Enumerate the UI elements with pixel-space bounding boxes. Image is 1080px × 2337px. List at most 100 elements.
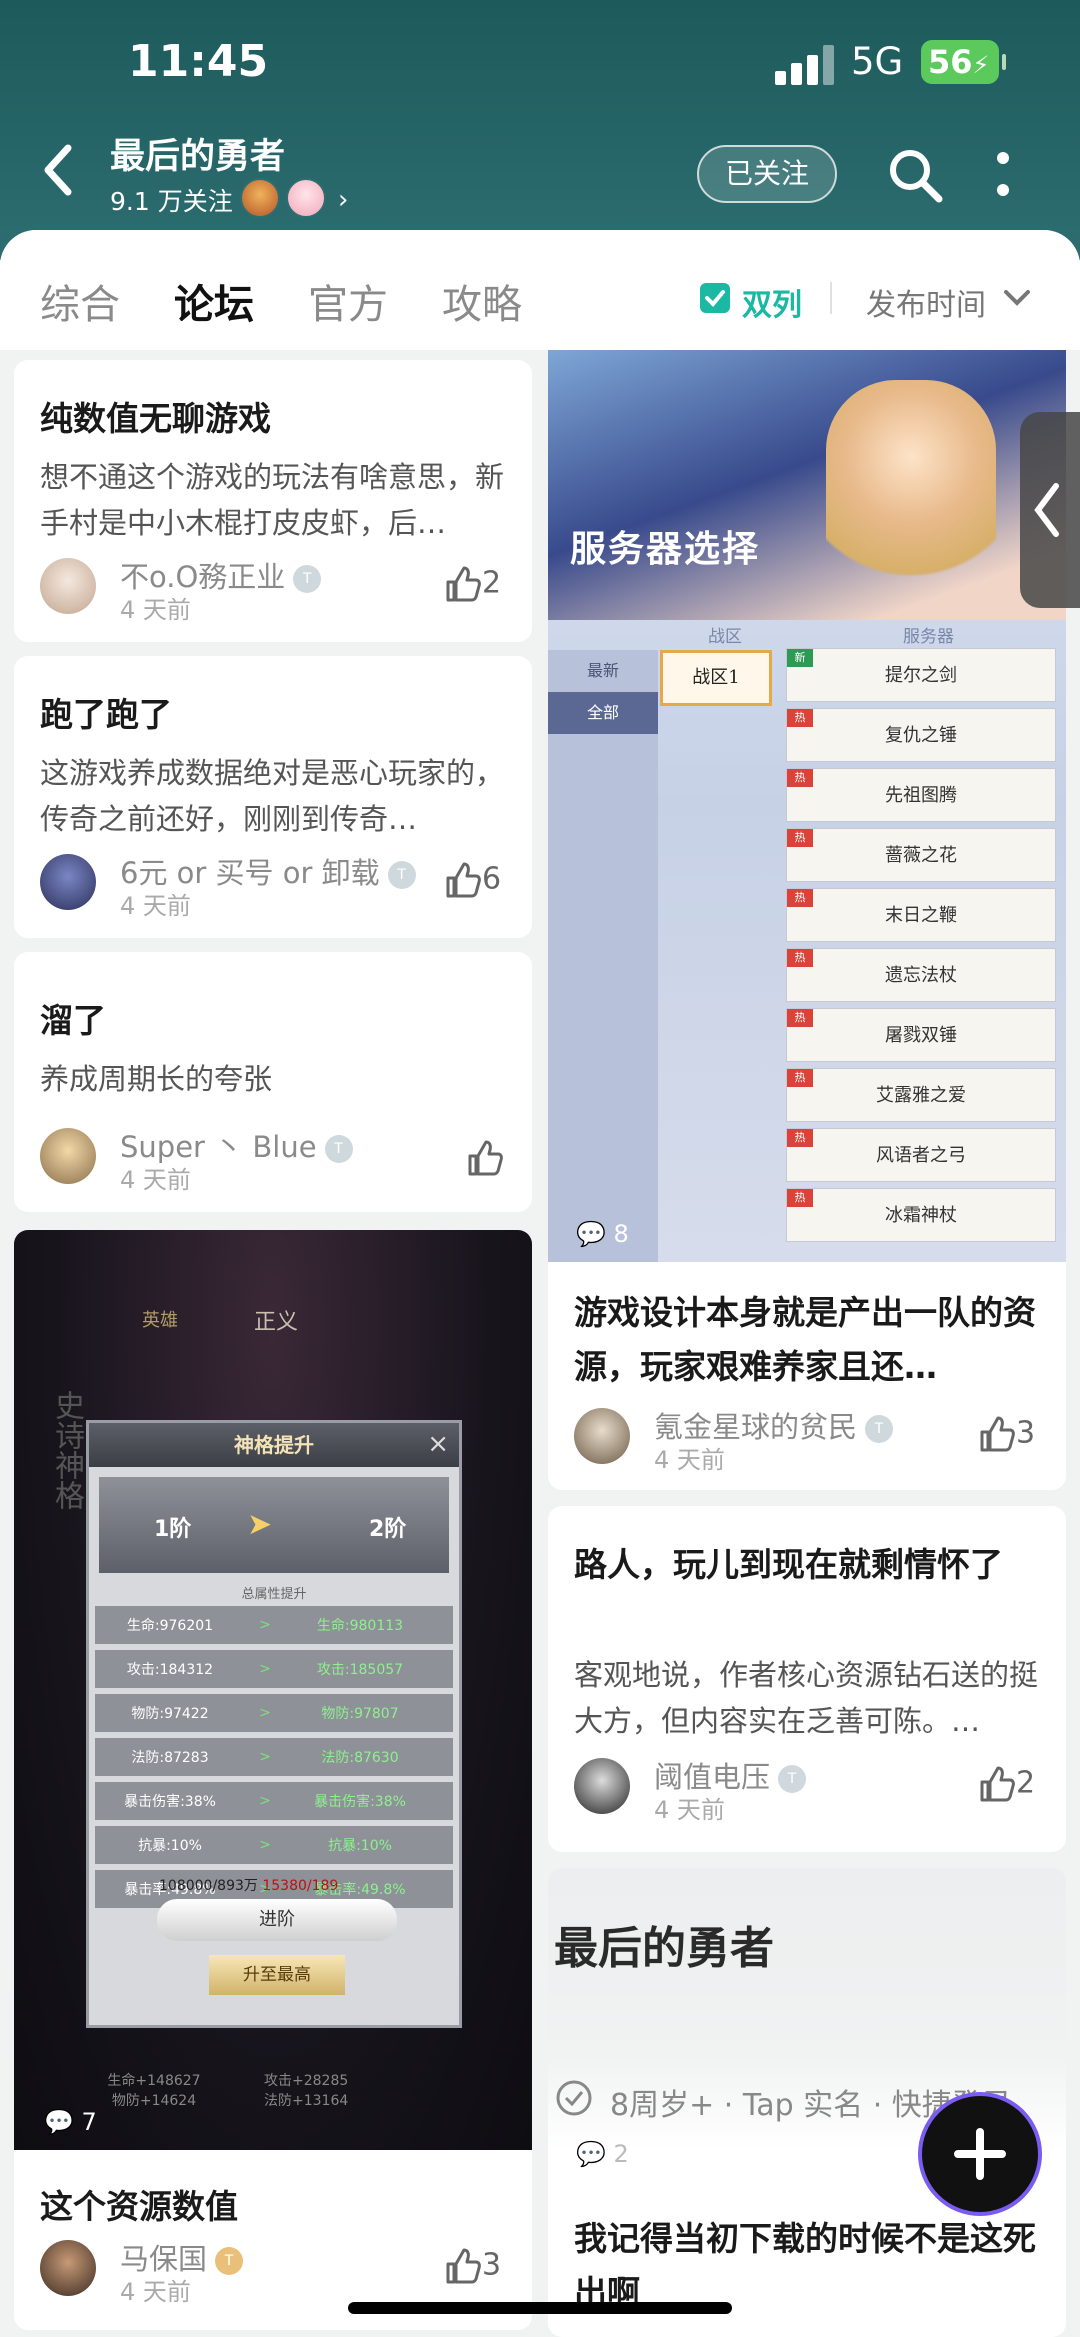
like-button[interactable]: 3 [976,1414,1035,1454]
server-item: 热屠戮双锤 [786,1008,1056,1062]
server-item: 热遗忘法杖 [786,948,1056,1002]
stat-row: 法防:87283 > 法防:87630 [95,1738,453,1776]
like-count: 2 [482,565,502,601]
user-badge-icon: T [324,1135,353,1163]
chevron-down-icon[interactable] [1002,288,1032,308]
stat-row: 抗暴:10% > 抗暴:10% [95,1826,453,1864]
like-count: 2 [1016,1765,1036,1801]
sort-dropdown[interactable]: 发布时间 [866,280,986,324]
like-button[interactable]: 2 [442,564,501,604]
server-list: 新提尔之剑热复仇之锤热先祖图腾热蔷薇之花热末日之鞭热遗忘法杖热屠戮双锤热艾露雅之… [786,648,1056,1248]
avatar[interactable] [40,854,96,910]
post-image[interactable]: 服务器选择 战区 服务器 最新 全部 战区1 新提尔之剑热复仇之锤热先祖图腾热蔷… [548,350,1066,1262]
like-button[interactable]: 3 [442,2246,501,2286]
banner-title: 服务器选择 [570,528,761,570]
avatar[interactable] [40,1128,96,1184]
create-post-button[interactable] [918,2092,1042,2216]
post-title: 这个资源数值 [40,2187,238,2226]
post-date: 4 天前 [120,1166,191,1194]
plus-icon [954,2128,1006,2180]
post-date: 4 天前 [654,1796,725,1824]
back-icon[interactable] [36,140,84,200]
like-count: 3 [482,2247,502,2283]
search-icon[interactable] [885,145,945,205]
post-title: 纯数值无聊游戏 [40,399,271,438]
advance-button: 进阶 [157,1899,397,1941]
post-title: 跑了跑了 [40,695,172,734]
zone-sidebar: 最新 全部 [548,650,658,1262]
avatar[interactable] [574,1758,630,1814]
side-drawer-handle[interactable] [1020,412,1080,608]
server-item: 热末日之鞭 [786,888,1056,942]
footer-stats: 生命+148627 攻击+28285 物防+14624 法防+13164 [107,2073,349,2109]
close-icon: × [427,1429,449,1459]
rank-to: 2阶 [369,1517,407,1542]
tab-official[interactable]: 官方 [308,272,388,330]
like-button[interactable]: 6 [442,860,501,900]
post-card[interactable]: 服务器选择 战区 服务器 最新 全部 战区1 新提尔之剑热复仇之锤热先祖图腾热蔷… [548,350,1066,1490]
stat-row: 暴击伤害:38% > 暴击伤害:38% [95,1782,453,1820]
chevron-left-icon [1034,483,1059,537]
check-icon[interactable] [700,283,730,313]
zone-heading: 战区 [708,627,742,647]
home-indicator [348,2302,732,2314]
side-text: 史诗神格 [49,1390,84,1510]
post-date: 4 天前 [654,1446,725,1474]
rank-panel: 1阶 ➤ 2阶 [99,1477,449,1573]
like-icon [980,1416,1015,1452]
like-button[interactable]: 2 [976,1764,1035,1804]
network-label: 5G [851,40,904,83]
chevron-right-icon[interactable]: › [338,185,348,215]
post-excerpt: 养成周期长的夸张 [40,1062,273,1096]
stats-list: 生命:976201 > 生命:980113 攻击:184312 > 攻击:185057 物防… [95,1606,453,1908]
server-item: 热艾露雅之爱 [786,1068,1056,1122]
hero-name: 正义 [254,1310,299,1335]
server-item: 热风语者之弓 [786,1128,1056,1182]
post-date: 4 天前 [120,892,191,920]
followers-count[interactable]: 9.1 万关注 [110,182,233,218]
post-card[interactable]: 路人，玩儿到现在就剩情怀了 客观地说，作者核心资源钻石送的挺大方，但内容实在乏善… [548,1506,1066,1852]
server-item: 热先祖图腾 [786,768,1056,822]
post-card[interactable]: 纯数值无聊游戏 想不通这个游戏的玩法有啥意思，新手村是中小木棍打皮皮虾，后… 不… [14,360,532,642]
divider [830,282,832,314]
post-date: 4 天前 [120,596,191,624]
avatar[interactable] [40,558,96,614]
promo-title: 最后的勇者 [554,1923,774,1974]
post-image[interactable]: 英雄 正义 史诗神格 神格提升 × 1阶 ➤ 2阶 总属性提升 生命:97620… [14,1230,532,2150]
signal-icon [775,45,837,85]
stat-row: 生命:976201 > 生命:980113 [95,1606,453,1644]
post-title: 溜了 [40,1001,106,1040]
follower-avatar [240,178,280,218]
tab-forum[interactable]: 论坛 [174,272,254,330]
page-title[interactable]: 最后的勇者 [110,128,285,179]
post-date: 4 天前 [120,2278,191,2306]
server-item: 热冰霜神杖 [786,1188,1056,1242]
tab-overview[interactable]: 综合 [40,272,120,330]
max-upgrade-button: 升至最高 [209,1955,345,1995]
post-card[interactable]: 英雄 正义 史诗神格 神格提升 × 1阶 ➤ 2阶 总属性提升 生命:97620… [14,1230,532,2330]
cost-line: 108000/893万 15380/189 [159,1878,339,1894]
tab-guides[interactable]: 攻略 [442,272,522,330]
user-badge-icon: T [215,2247,244,2275]
battery-icon: 56⚡ [921,40,1006,84]
post-card[interactable]: 溜了 养成周期长的夸张 Super 丶 Blue T 4 天前 [14,952,532,1212]
battery-level: 56 [928,43,973,81]
user-badge-icon: T [865,1415,894,1443]
status-time: 11:45 [128,36,269,87]
more-icon[interactable] [995,150,1011,200]
server-item: 热复仇之锤 [786,708,1056,762]
banner-image: 服务器选择 [548,350,1066,620]
user-badge-icon: T [778,1765,807,1793]
like-count: 6 [482,861,502,897]
upgrade-popup: 神格提升 × 1阶 ➤ 2阶 总属性提升 生命:976201 > 生命:980113… [86,1420,462,2028]
avatar[interactable] [574,1408,630,1464]
avatar[interactable] [40,2240,96,2296]
follow-button[interactable]: 已关注 [697,145,837,203]
post-card[interactable]: 跑了跑了 这游戏养成数据绝对是恶心玩家的，传奇之前还好，刚刚到传奇… 6元 or… [14,656,532,938]
follower-avatar [286,178,326,218]
arrow-icon: ➤ [247,1507,273,1542]
like-button[interactable] [464,1138,504,1178]
post-title: 游戏设计本身就是产出一队的资源，玩家艰难养家且还… [574,1293,1036,1386]
post-title: 路人，玩儿到现在就剩情怀了 [574,1545,1003,1584]
dual-column-toggle[interactable]: 双列 [742,280,802,324]
